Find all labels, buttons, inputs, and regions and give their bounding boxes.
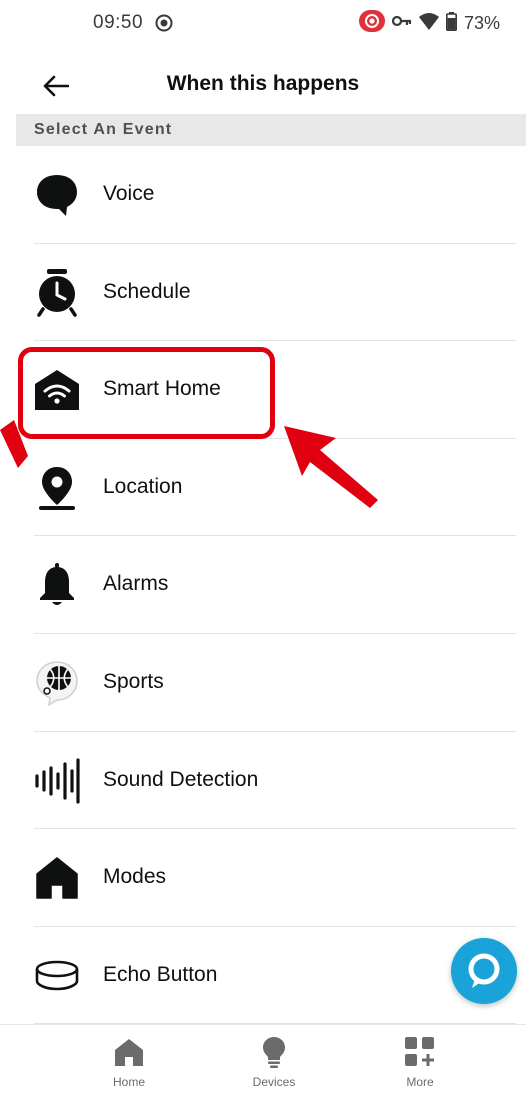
event-label: Voice	[103, 182, 155, 205]
event-label: Schedule	[103, 279, 191, 303]
sound-wave-icon	[34, 757, 80, 804]
event-item-sports[interactable]: Sports	[0, 634, 526, 732]
page-header: When this happens	[0, 58, 526, 112]
more-grid-icon	[405, 1037, 434, 1066]
page-title: When this happens	[166, 72, 360, 95]
event-label: Echo Button	[103, 962, 218, 986]
bell-icon	[34, 562, 80, 608]
nav-label: Devices	[252, 1075, 296, 1089]
event-label: Sports	[103, 669, 164, 693]
house-icon	[34, 855, 80, 901]
vpn-key-icon	[391, 14, 412, 33]
event-label: Location	[103, 474, 183, 498]
event-label: Smart Home	[103, 377, 221, 401]
wifi-icon	[418, 12, 439, 35]
recording-indicator-icon	[358, 10, 385, 37]
event-label: Modes	[103, 865, 167, 889]
bottom-nav: Home Devices More	[0, 1024, 526, 1108]
nav-devices[interactable]: Devices	[224, 1035, 324, 1089]
nav-label: More	[406, 1075, 434, 1089]
echo-button-icon	[34, 953, 80, 999]
battery-icon	[445, 11, 457, 36]
event-item-schedule[interactable]: Schedule	[0, 244, 526, 342]
location-pin-icon	[34, 465, 80, 511]
nav-home[interactable]: Home	[79, 1035, 179, 1089]
event-item-echo-button[interactable]: Echo Button	[0, 927, 526, 1025]
section-header: Select An Event	[16, 114, 526, 146]
home-icon	[115, 1039, 143, 1066]
event-list: Voice Schedule Smart Home Location Alarm…	[0, 146, 526, 1025]
basketball-icon	[34, 660, 80, 706]
alexa-icon	[468, 953, 500, 988]
screen-record-icon	[155, 14, 173, 37]
nav-more[interactable]: More	[370, 1035, 470, 1089]
battery-percent: 73%	[463, 13, 500, 33]
event-item-location[interactable]: Location	[0, 439, 526, 537]
status-bar: 09:50 73%	[0, 0, 526, 48]
lightbulb-icon	[263, 1037, 285, 1068]
event-item-sound-detection[interactable]: Sound Detection	[0, 732, 526, 830]
alexa-button[interactable]	[451, 938, 517, 1004]
event-label: Sound Detection	[103, 767, 259, 791]
event-item-voice[interactable]: Voice	[0, 146, 526, 244]
alarm-clock-icon	[34, 268, 80, 317]
speech-bubble-icon	[34, 172, 80, 218]
event-item-modes[interactable]: Modes	[0, 829, 526, 927]
status-time: 09:50	[93, 12, 144, 33]
event-item-alarms[interactable]: Alarms	[0, 536, 526, 634]
nav-label: Home	[112, 1075, 145, 1089]
smart-home-icon	[34, 367, 80, 413]
section-label: Select An Event	[34, 121, 173, 138]
event-label: Alarms	[103, 572, 169, 596]
event-item-smart-home[interactable]: Smart Home	[0, 341, 526, 439]
